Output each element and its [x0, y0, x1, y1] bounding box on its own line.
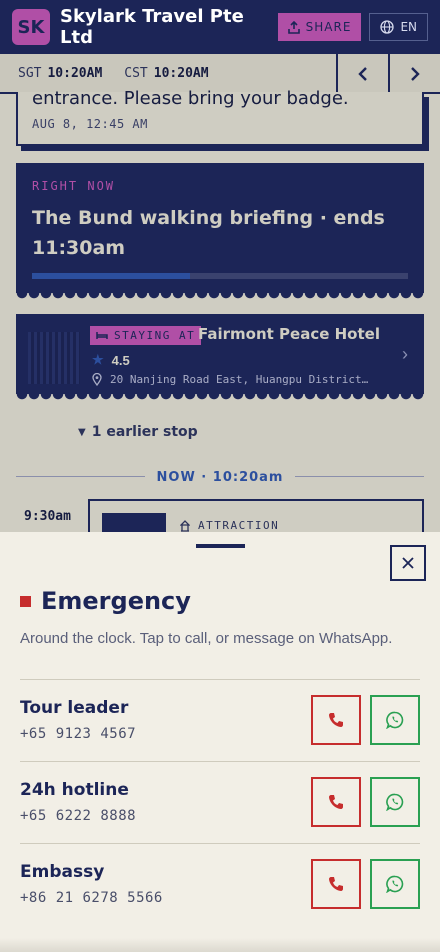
whatsapp-icon [386, 711, 404, 729]
timezone-code: CST [124, 65, 148, 81]
previous-item-text: entrance. Please bring your badge. [32, 88, 349, 109]
close-icon [402, 557, 414, 569]
card-scallop-edge [16, 293, 424, 301]
hotel-rating-value: 4.5 [111, 352, 130, 368]
app-header: SK Skylark Travel Pte Ltd SHARE EN [0, 0, 440, 54]
contact-name: 24h hotline [20, 780, 129, 800]
schedule-item-tag-label: ATTRACTION [198, 519, 280, 532]
hotel-name: Fairmont Peace Hotel [198, 325, 380, 343]
current-activity-title: The Bund walking briefing · ends 11:30am [32, 207, 385, 259]
contact-name: Tour leader [20, 698, 129, 718]
previous-item-date: AUG 8, 12:45 AM [32, 117, 148, 131]
language-label: EN [400, 20, 417, 34]
caret-down-icon: ▼ [78, 426, 86, 438]
language-button[interactable]: EN [369, 13, 428, 41]
phone-icon [329, 877, 343, 891]
contact-row: Tour leader +65 9123 4567 [20, 679, 420, 761]
whatsapp-icon [386, 793, 404, 811]
phone-icon [329, 795, 343, 809]
timezone-time: 10:20AM [47, 65, 103, 81]
contact-number: +65 9123 4567 [20, 726, 137, 742]
share-icon [287, 20, 300, 34]
now-marker-label: NOW · 10:20am [144, 470, 296, 485]
sheet-drag-handle[interactable] [196, 544, 245, 548]
hotel-address-text: 20 Nanjing Road East, Huangpu District… [110, 373, 369, 386]
timezone-sgt: SGT 10:20AM [0, 66, 102, 81]
hotel-thumbnail [28, 332, 80, 384]
contact-row: Embassy +86 21 6278 5566 [20, 843, 420, 925]
call-button[interactable] [311, 695, 361, 745]
company-name: Skylark Travel Pte Ltd [60, 6, 244, 48]
earlier-stops-label: 1 earlier stop [91, 424, 198, 440]
contact-number: +65 6222 8888 [20, 808, 137, 824]
sheet-bottom-edge [0, 938, 440, 952]
staying-at-label: STAYING AT [114, 329, 196, 342]
current-activity-card[interactable]: RIGHT NOW The Bund walking briefing · en… [16, 163, 424, 293]
emergency-sheet: Emergency Around the clock. Tap to call,… [0, 532, 440, 952]
company-logo: SK [12, 9, 50, 45]
sheet-subtitle: Around the clock. Tap to call, or messag… [20, 630, 393, 647]
card-scallop-edge [16, 394, 424, 402]
star-icon: ★ [92, 352, 104, 367]
emergency-marker-icon [20, 595, 31, 607]
schedule-item-time: 9:30am [24, 509, 71, 524]
hotel-card[interactable]: STAYING AT Fairmont Peace Hotel ★ 4.5 20… [16, 314, 424, 394]
whatsapp-button[interactable] [370, 777, 420, 827]
activity-progress-bar [32, 273, 408, 279]
close-button[interactable] [390, 545, 426, 581]
hotel-address: 20 Nanjing Road East, Huangpu District… [92, 373, 368, 386]
contact-number: +86 21 6278 5566 [20, 890, 163, 906]
call-button[interactable] [311, 777, 361, 827]
chevron-right-icon [411, 67, 420, 81]
landmark-icon [180, 519, 190, 532]
staying-at-badge: STAYING AT [90, 326, 202, 345]
globe-icon [380, 20, 395, 34]
bed-icon [96, 332, 108, 339]
chevron-right-icon: › [402, 344, 408, 364]
sheet-heading: Emergency [20, 587, 191, 615]
contact-row: 24h hotline +65 6222 8888 [20, 761, 420, 843]
previous-item-card[interactable]: entrance. Please bring your badge. AUG 8… [16, 88, 424, 146]
timezone-code: SGT [18, 65, 42, 81]
current-activity-label: RIGHT NOW [32, 179, 116, 193]
share-button[interactable]: SHARE [277, 13, 362, 41]
share-label: SHARE [305, 20, 352, 34]
whatsapp-button[interactable] [370, 859, 420, 909]
timezone-time: 10:20AM [153, 65, 209, 81]
phone-icon [329, 713, 343, 727]
activity-progress-fill [32, 273, 190, 279]
timezone-cst: CST 10:20AM [102, 66, 208, 81]
whatsapp-button[interactable] [370, 695, 420, 745]
call-button[interactable] [311, 859, 361, 909]
now-marker: NOW · 10:20am [0, 468, 440, 486]
hotel-rating: ★ 4.5 [92, 352, 130, 368]
whatsapp-icon [386, 875, 404, 893]
chevron-left-icon [358, 67, 367, 81]
contact-name: Embassy [20, 862, 105, 882]
location-pin-icon [92, 373, 102, 386]
sheet-title: Emergency [41, 587, 191, 615]
earlier-stops-toggle[interactable]: ▼ 1 earlier stop [78, 424, 198, 440]
schedule-item-tag: ATTRACTION [180, 519, 279, 532]
